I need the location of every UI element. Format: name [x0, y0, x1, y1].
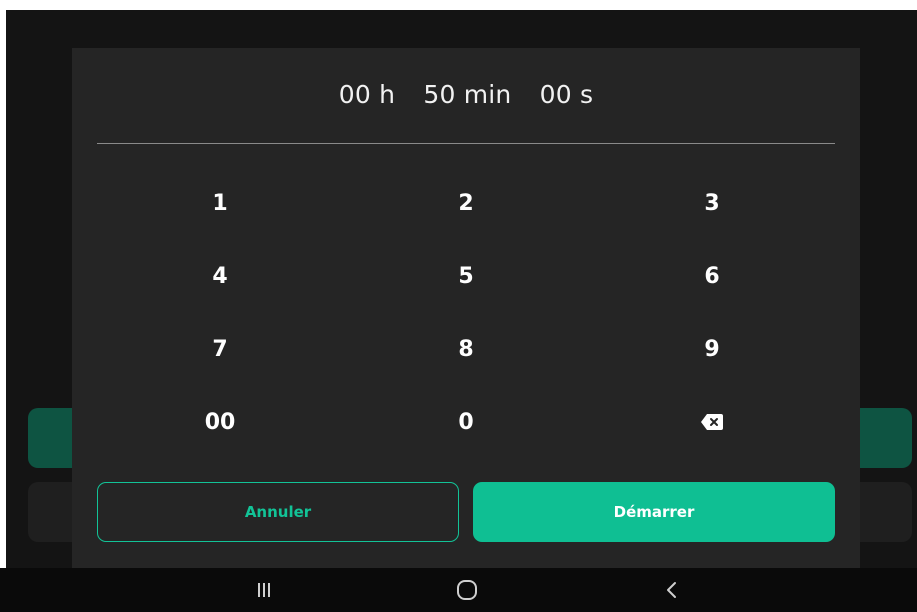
cancel-button[interactable]: Annuler: [97, 482, 459, 542]
home-button[interactable]: [437, 568, 497, 612]
key-9[interactable]: 9: [589, 312, 835, 386]
recents-icon: [258, 583, 270, 597]
key-7[interactable]: 7: [97, 312, 343, 386]
keypad: 1 2 3 4 5 6 7 8 9 00 0: [97, 166, 835, 466]
seconds-value[interactable]: 00 s: [540, 80, 594, 109]
recents-button[interactable]: [234, 568, 294, 612]
key-1[interactable]: 1: [97, 166, 343, 240]
backspace-button[interactable]: [589, 385, 835, 459]
key-00[interactable]: 00: [97, 385, 343, 459]
divider: [97, 143, 835, 144]
system-navbar: [0, 568, 917, 612]
key-0[interactable]: 0: [343, 385, 589, 459]
key-5[interactable]: 5: [343, 239, 589, 313]
key-8[interactable]: 8: [343, 312, 589, 386]
key-6[interactable]: 6: [589, 239, 835, 313]
key-3[interactable]: 3: [589, 166, 835, 240]
start-button[interactable]: Démarrer: [473, 482, 835, 542]
timer-dialog: 00 h 50 min 00 s 1 2 3 4 5 6 7 8 9 00 0: [72, 48, 860, 568]
app-screen: 00 h 50 min 00 s 1 2 3 4 5 6 7 8 9 00 0: [6, 10, 917, 568]
time-display: 00 h 50 min 00 s: [72, 80, 860, 109]
home-icon: [457, 580, 477, 600]
key-2[interactable]: 2: [343, 166, 589, 240]
back-button[interactable]: [642, 568, 702, 612]
key-4[interactable]: 4: [97, 239, 343, 313]
hours-value[interactable]: 00 h: [339, 80, 395, 109]
minutes-value[interactable]: 50 min: [423, 80, 511, 109]
back-icon: [667, 582, 676, 598]
backspace-icon: [701, 414, 723, 430]
